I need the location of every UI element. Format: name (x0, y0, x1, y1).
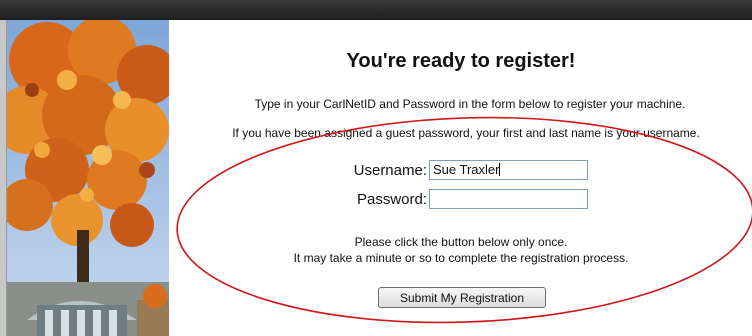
notice-line-2: It may take a minute or so to complete t… (293, 251, 629, 265)
campus-autumn-photo (7, 20, 169, 336)
window-left-edge (0, 20, 7, 336)
submit-registration-button[interactable]: Submit My Registration (378, 287, 546, 308)
browser-top-bar (0, 0, 752, 20)
text-caret (499, 163, 501, 176)
username-value: Sue Traxler (433, 162, 500, 177)
registration-notice: Please click the button below only once.… (170, 234, 752, 266)
page-title: You're ready to register! (346, 50, 576, 72)
password-row: Password: (170, 189, 752, 211)
instruction-text: Type in your CarlNetID and Password in t… (254, 97, 686, 111)
password-label: Password: (356, 191, 427, 208)
password-field[interactable] (429, 189, 588, 209)
guest-note-text: If you have been assigned a guest passwo… (232, 126, 700, 140)
notice-line-1: Please click the button below only once. (354, 235, 568, 249)
username-field[interactable]: Sue Traxler (429, 160, 588, 180)
username-label: Username: (353, 162, 427, 179)
username-row: Username: Sue Traxler (170, 160, 752, 182)
registration-panel: You're ready to register! Type in your C… (170, 20, 752, 336)
